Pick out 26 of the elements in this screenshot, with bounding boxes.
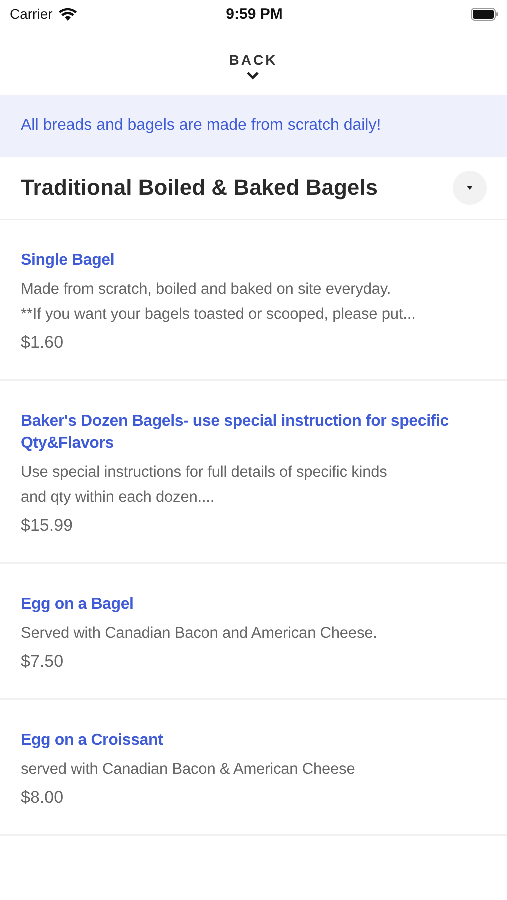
item-price: $1.60 (21, 333, 65, 353)
carrier-label: Carrier (10, 6, 53, 22)
item-name: Egg on a Croissant (21, 731, 164, 751)
item-name: Baker's Dozen Bagels- use special instruction for specific Qty&Flavors (21, 412, 450, 454)
item-description: Use special instructions for full details of specific kinds and qty within each dozen.... (21, 463, 388, 508)
menu-item-card[interactable]: Baker's Dozen Bagels- use special instruction for specific Qty&Flavors Use special instructions for full details of specific kinds and qty within each dozen.... $15.99 (0, 381, 507, 564)
item-price: $7.50 (21, 652, 65, 672)
item-price: $8.00 (21, 788, 65, 808)
item-description: Served with Canadian Bacon and American Cheese. (21, 624, 378, 644)
caret-icon (465, 184, 475, 192)
item-price: $15.99 (21, 516, 74, 536)
item-name: Single Bagel (21, 251, 116, 271)
item-name: Egg on a Bagel (21, 595, 135, 615)
back-button[interactable]: BACK (223, 50, 284, 82)
wifi-icon (58, 8, 77, 20)
clock-time: 9:59 PM (226, 6, 283, 22)
section-title: Traditional Boiled & Baked Bagels (21, 175, 378, 201)
chevron-down-icon (246, 71, 260, 80)
collapse-button[interactable] (453, 171, 487, 205)
battery-icon (470, 8, 499, 20)
item-description: Made from scratch, boiled and baked on site everyday. **If you want your bagels toasted or scooped, please put... (21, 280, 417, 325)
menu-item-card[interactable]: Egg on a Croissant served with Canadian Bacon & American Cheese $8.00 (0, 700, 507, 836)
menu-item-card[interactable]: Egg on a Bagel Served with Canadian Bacon and American Cheese. $7.50 (0, 564, 507, 700)
item-description: served with Canadian Bacon & American Cheese (21, 760, 356, 780)
menu-item-card[interactable]: Single Bagel Made from scratch, boiled and baked on site everyday. **If you want your bagels toasted or scooped, please put... $1.60 (0, 220, 507, 381)
info-banner: All breads and bagels are made from scratch daily! (0, 95, 507, 157)
